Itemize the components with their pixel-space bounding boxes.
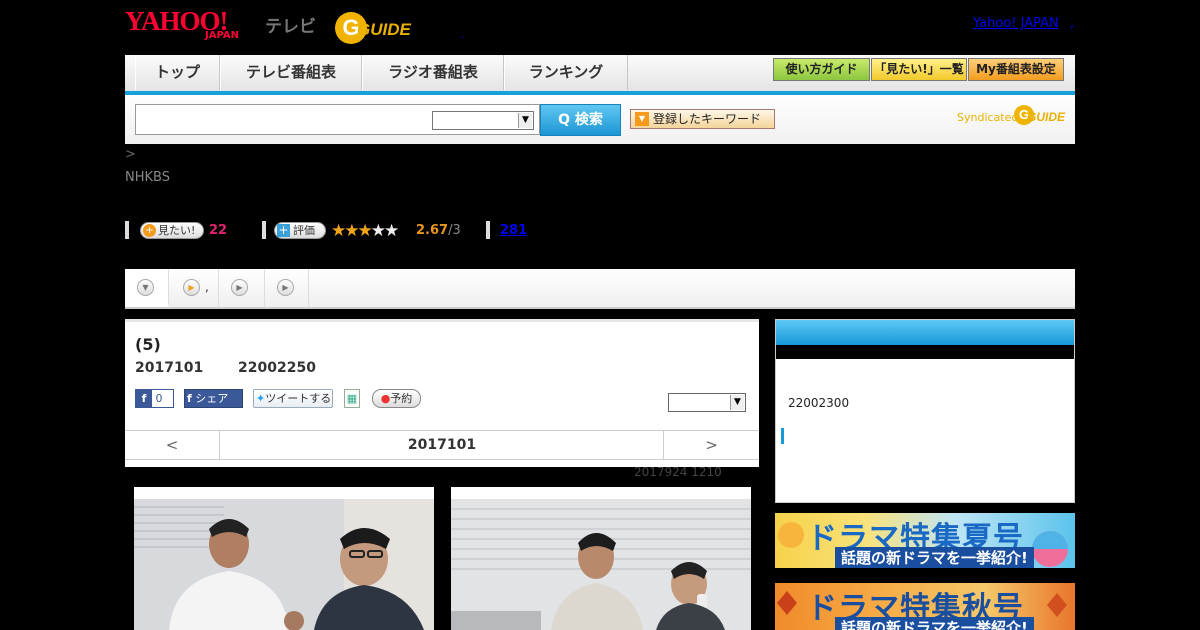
record-dot-icon: ● (380, 392, 391, 405)
subtab-program-info[interactable]: ▼ (125, 269, 169, 307)
chevron-down-icon: ▼ (635, 112, 649, 126)
rate-button[interactable]: + 評価 (274, 222, 326, 239)
reserve-button[interactable]: ●予約 (372, 389, 421, 408)
program-time: 22002250 (238, 360, 316, 376)
station-name: NHKBS (125, 170, 170, 185)
breadcrumb: > (125, 147, 136, 162)
program-subtabs: ▼ ▶ , ▶ ▶ (125, 269, 1075, 309)
star-icon: ★ (370, 221, 386, 241)
program-photo-1 (134, 487, 434, 630)
subtab-4[interactable]: ▶ (265, 269, 309, 307)
chevron-down-icon: ▼ (137, 279, 154, 296)
scene-photo-office-right (451, 499, 751, 630)
want-list-button[interactable]: 「見たい!」一覧 (871, 58, 967, 81)
program-options-select[interactable]: ▼ (668, 393, 746, 412)
star-icon: ★ (384, 221, 399, 241)
tweet-label: ツイートする (265, 392, 332, 405)
want-to-watch-label: 見たい! (158, 224, 196, 237)
search-category-select[interactable]: ▼ (432, 111, 534, 130)
tv-logo-text: テレビ (265, 17, 316, 37)
usage-guide-button[interactable]: 使い方ガイド (773, 58, 870, 81)
sidebar-time: 22002300 (788, 396, 850, 410)
chevron-down-icon: ▼ (730, 395, 744, 410)
rating-value: 2.67/3 (416, 223, 461, 238)
syndicated-gguide-logo: Syndicated G GUIDE (957, 105, 1069, 127)
saved-keywords-button[interactable]: ▼ 登録したキーワード (630, 109, 775, 129)
yahoo-link-separator: , (1070, 16, 1075, 31)
subtab-3[interactable]: ▶ (219, 269, 265, 307)
divider (262, 221, 266, 239)
nav-tab-top[interactable]: トップ (135, 55, 220, 90)
yahoo-japan-link[interactable]: Yahoo! JAPAN (973, 16, 1059, 31)
last-updated: 2017924 1210 (634, 465, 722, 479)
chevron-down-icon: ▼ (518, 113, 532, 128)
nav-tab-tv-listings[interactable]: テレビ番組表 (220, 55, 362, 90)
global-nav: トップ テレビ番組表 ラジオ番組表 ランキング 使い方ガイド 「見たい!」一覧 … (125, 55, 1075, 95)
facebook-share-button[interactable]: f シェア (184, 389, 243, 408)
search-bar: ▼ Q 検索 ▼ 登録したキーワード Syndicated G GUIDE (125, 95, 1075, 144)
drama-autumn-banner[interactable]: ドラマ特集秋号 話題の新ドラマを一挙紹介! (775, 583, 1075, 630)
syndicated-gguide-text: GUIDE (1027, 110, 1066, 124)
rating-stars: ★★★★★ (331, 221, 399, 241)
sidebar-subheader (776, 345, 1074, 359)
sidebar-panel: 22002300 (775, 319, 1075, 503)
subtab-2[interactable]: ▶ , (169, 269, 219, 307)
play-icon: ▶ (183, 279, 200, 296)
search-button[interactable]: Q 検索 (540, 104, 621, 136)
facebook-icon: f (136, 390, 152, 407)
date-pager: < 2017101 > (125, 430, 759, 460)
header-dot: , (462, 30, 465, 39)
subtab-label: , (205, 280, 209, 294)
want-to-watch-button[interactable]: + 見たい! (140, 222, 204, 239)
my-listing-settings-button[interactable]: My番組表設定 (968, 58, 1064, 81)
yahoo-tv-gguide-logo[interactable]: YAHOO! JAPAN テレビ G GUIDE , (125, 6, 465, 44)
divider (125, 221, 129, 239)
next-date-button[interactable]: > (663, 431, 759, 459)
divider (486, 221, 490, 239)
rating-number: 2.67 (416, 223, 449, 238)
program-date: 2017101 (135, 360, 204, 376)
rate-label: 評価 (293, 224, 315, 237)
gguide-logo: G GUIDE (335, 12, 430, 44)
nav-tab-ranking[interactable]: ランキング (504, 55, 628, 90)
pager-date: 2017101 (407, 437, 477, 453)
gguide-logo-text: GUIDE (357, 20, 411, 39)
program-title: (5) (135, 335, 161, 354)
reserve-label: 予約 (390, 392, 413, 405)
facebook-share-label: シェア (195, 392, 229, 405)
star-icon: ★ (344, 221, 359, 241)
scene-photo-office-left (134, 499, 434, 630)
plus-icon: + (143, 224, 156, 237)
page: YAHOO! JAPAN テレビ G GUIDE , Yahoo! JAPAN … (0, 0, 1200, 630)
nav-tab-radio-listings[interactable]: ラジオ番組表 (362, 55, 504, 90)
facebook-count: 0 (155, 392, 163, 405)
drama-summer-banner[interactable]: ドラマ特集夏号 話題の新ドラマを一挙紹介! (775, 513, 1075, 568)
banner-subtitle: 話題の新ドラマを一挙紹介! (835, 547, 1034, 568)
program-detail-card: (5) 2017101 22002250 f 0 f シェア ✦ツイートする ▦… (125, 319, 759, 467)
facebook-icon: f (187, 392, 192, 405)
rating-max: /3 (448, 223, 461, 238)
want-count: 22 (209, 223, 228, 238)
saved-keywords-label: 登録したキーワード (653, 112, 762, 126)
prev-date-button[interactable]: < (125, 431, 220, 459)
program-photo-2 (451, 487, 751, 630)
plus-icon: + (277, 223, 290, 237)
facebook-like-button[interactable]: f 0 (135, 389, 174, 408)
twitter-bird-icon: ✦ (256, 392, 266, 405)
calendar-add-icon[interactable]: ▦ (344, 389, 360, 408)
reviews-link[interactable]: 281 (500, 223, 527, 238)
banner-subtitle: 話題の新ドラマを一挙紹介! (835, 617, 1034, 630)
japan-logo-text: JAPAN (205, 30, 239, 41)
tweet-button[interactable]: ✦ツイートする (253, 389, 333, 408)
play-icon: ▶ (231, 279, 248, 296)
star-icon: ★ (357, 221, 373, 241)
sidebar-header (776, 320, 1074, 345)
play-icon: ▶ (277, 279, 294, 296)
syndicated-text: Syndicated (957, 111, 1019, 124)
sidebar-accent-mark (781, 428, 784, 444)
program-stats-bar: + 見たい! 22 + 評価 ★★★★★ 2.67/3 281 (125, 220, 725, 242)
star-icon: ★ (331, 221, 346, 241)
